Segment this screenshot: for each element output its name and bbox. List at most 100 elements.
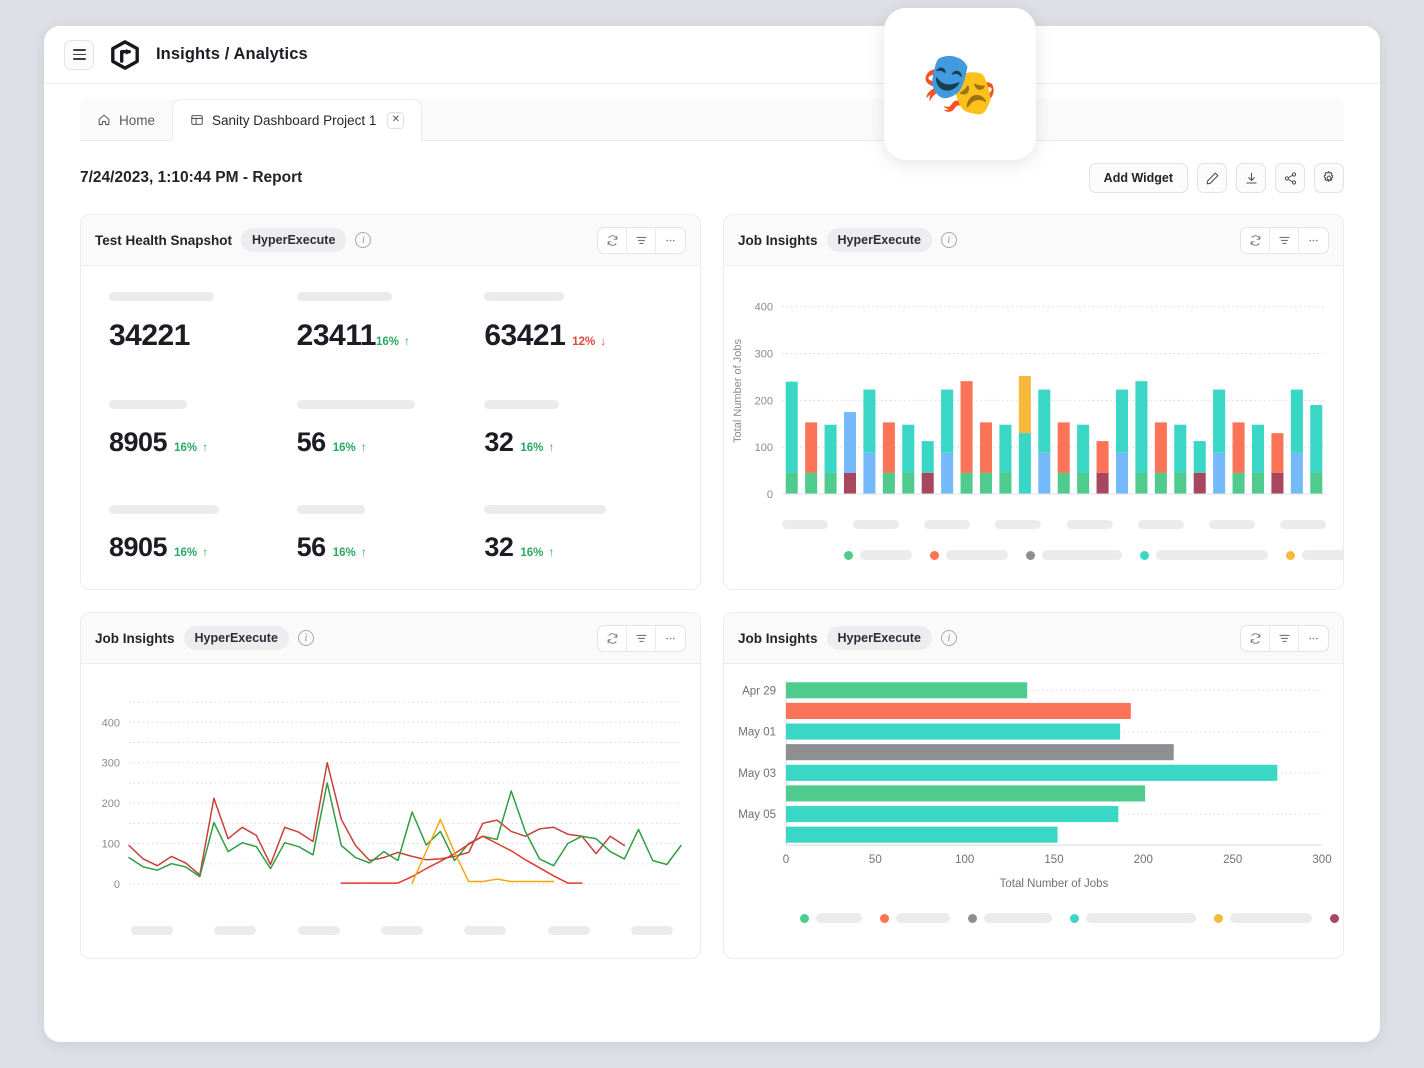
filter-button[interactable] (627, 626, 656, 651)
report-title: 7/24/2023, 1:10:44 PM - Report (80, 169, 302, 187)
legend-color-dot (844, 551, 853, 560)
tab-home-label: Home (119, 113, 155, 128)
x-axis-label-placeholder (548, 926, 590, 935)
legend-item[interactable] (880, 913, 950, 923)
legend-color-dot (968, 914, 977, 923)
legend-item[interactable] (1070, 913, 1196, 923)
bar-segment-base (941, 453, 953, 494)
info-icon[interactable]: i (298, 630, 314, 646)
legend-label-placeholder (896, 913, 950, 923)
card-test-health-snapshot: Test Health Snapshot HyperExecute i 342 (80, 214, 701, 590)
kpi-value: 23411 (297, 319, 376, 353)
ellipsis-icon (1307, 234, 1320, 247)
kpi-label-placeholder (297, 292, 392, 301)
chart-legend[interactable] (744, 913, 1344, 923)
x-axis-label-placeholder (1209, 520, 1255, 529)
download-button[interactable] (1236, 163, 1266, 193)
x-axis-label-placeholder (995, 520, 1041, 529)
bar-segment-base (863, 453, 875, 494)
kpi-cell: 3216%↑ (484, 505, 672, 563)
bar-segment-top (863, 390, 875, 453)
bar-segment-top (1310, 405, 1322, 473)
bar-segment-top (844, 412, 856, 473)
kpi-row: 34221 (109, 319, 297, 353)
bar-segment-base (1058, 473, 1070, 494)
more-button[interactable] (1299, 626, 1328, 651)
y-axis-tick: Apr 29 (742, 685, 776, 697)
info-icon[interactable]: i (941, 232, 957, 248)
bar-segment-top (941, 390, 953, 453)
x-axis-label-placeholder (631, 926, 673, 935)
kpi-label-placeholder (109, 400, 187, 409)
share-icon (1283, 171, 1298, 186)
tab-home[interactable]: Home (80, 99, 172, 141)
legend-item[interactable] (1026, 550, 1122, 560)
chart-legend[interactable] (788, 550, 1344, 560)
kpi-row: 2341116%↑ (297, 319, 485, 353)
close-icon[interactable]: ✕ (387, 112, 404, 129)
refresh-button[interactable] (1241, 228, 1270, 253)
refresh-button[interactable] (598, 626, 627, 651)
add-widget-button[interactable]: Add Widget (1089, 163, 1188, 193)
tab-label: Sanity Dashboard Project 1 (212, 113, 376, 128)
more-button[interactable] (656, 228, 685, 253)
h-bar (786, 765, 1277, 781)
refresh-button[interactable] (1241, 626, 1270, 651)
bar-segment-base (961, 473, 973, 494)
settings-button[interactable] (1314, 163, 1344, 193)
legend-color-dot (880, 914, 889, 923)
legend-item[interactable] (1214, 913, 1312, 923)
kpi-cell: 890516%↑ (109, 400, 297, 458)
card-title: Job Insights (738, 233, 818, 248)
horizontal-bar-chart[interactable]: Apr 29May 01May 03May 050501001502002503… (724, 664, 1343, 934)
legend-color-dot (1330, 914, 1339, 923)
more-button[interactable] (1299, 228, 1328, 253)
legend-item[interactable] (1330, 913, 1344, 923)
y-axis-label: Total Number of Jobs (732, 339, 744, 443)
h-bar (786, 682, 1027, 698)
card-title: Job Insights (738, 631, 818, 646)
refresh-button[interactable] (598, 228, 627, 253)
x-axis-label-placeholder (464, 926, 506, 935)
kpi-row: 5616%↑ (297, 532, 485, 563)
refresh-icon (1249, 234, 1262, 247)
info-icon[interactable]: i (941, 630, 957, 646)
filter-button[interactable] (1270, 228, 1299, 253)
stacked-bar-chart[interactable]: 0100200300400Total Number of Jobs (724, 266, 1343, 560)
legend-item[interactable] (800, 913, 862, 923)
status-badge: HyperExecute (827, 228, 932, 252)
legend-item[interactable] (1286, 550, 1344, 560)
legend-label-placeholder (1086, 913, 1196, 923)
kpi-row: 5616%↑ (297, 427, 485, 458)
more-button[interactable] (656, 626, 685, 651)
home-icon (97, 113, 111, 127)
kpi-value: 32 (484, 427, 513, 458)
bar-segment-base (1252, 473, 1264, 494)
x-axis-label-placeholder (131, 926, 173, 935)
hamburger-icon[interactable] (64, 40, 94, 70)
edit-button[interactable] (1197, 163, 1227, 193)
kpi-delta: 16% (333, 442, 356, 454)
legend-item[interactable] (1140, 550, 1268, 560)
kpi-trend-arrow: ↑ (202, 440, 208, 454)
info-icon[interactable]: i (355, 232, 371, 248)
legend-label-placeholder (860, 550, 912, 560)
x-axis-label-placeholder (381, 926, 423, 935)
ellipsis-icon (1307, 632, 1320, 645)
legend-item[interactable] (968, 913, 1052, 923)
kpi-trend-arrow: ↓ (600, 334, 606, 348)
bar-segment-top (1271, 433, 1283, 473)
kpi-label-placeholder (484, 505, 606, 514)
share-button[interactable] (1275, 163, 1305, 193)
legend-color-dot (1214, 914, 1223, 923)
filter-button[interactable] (627, 228, 656, 253)
tab-sanity-dashboard-project-1[interactable]: Sanity Dashboard Project 1 ✕ (172, 99, 422, 141)
legend-item[interactable] (930, 550, 1008, 560)
window-icon (190, 113, 204, 127)
line-chart[interactable]: 0100200300400 (81, 664, 700, 958)
filter-button[interactable] (1270, 626, 1299, 651)
bar-segment-top (825, 425, 837, 473)
legend-item[interactable] (844, 550, 912, 560)
ellipsis-icon (664, 234, 677, 247)
bar-segment-top (1038, 390, 1050, 453)
